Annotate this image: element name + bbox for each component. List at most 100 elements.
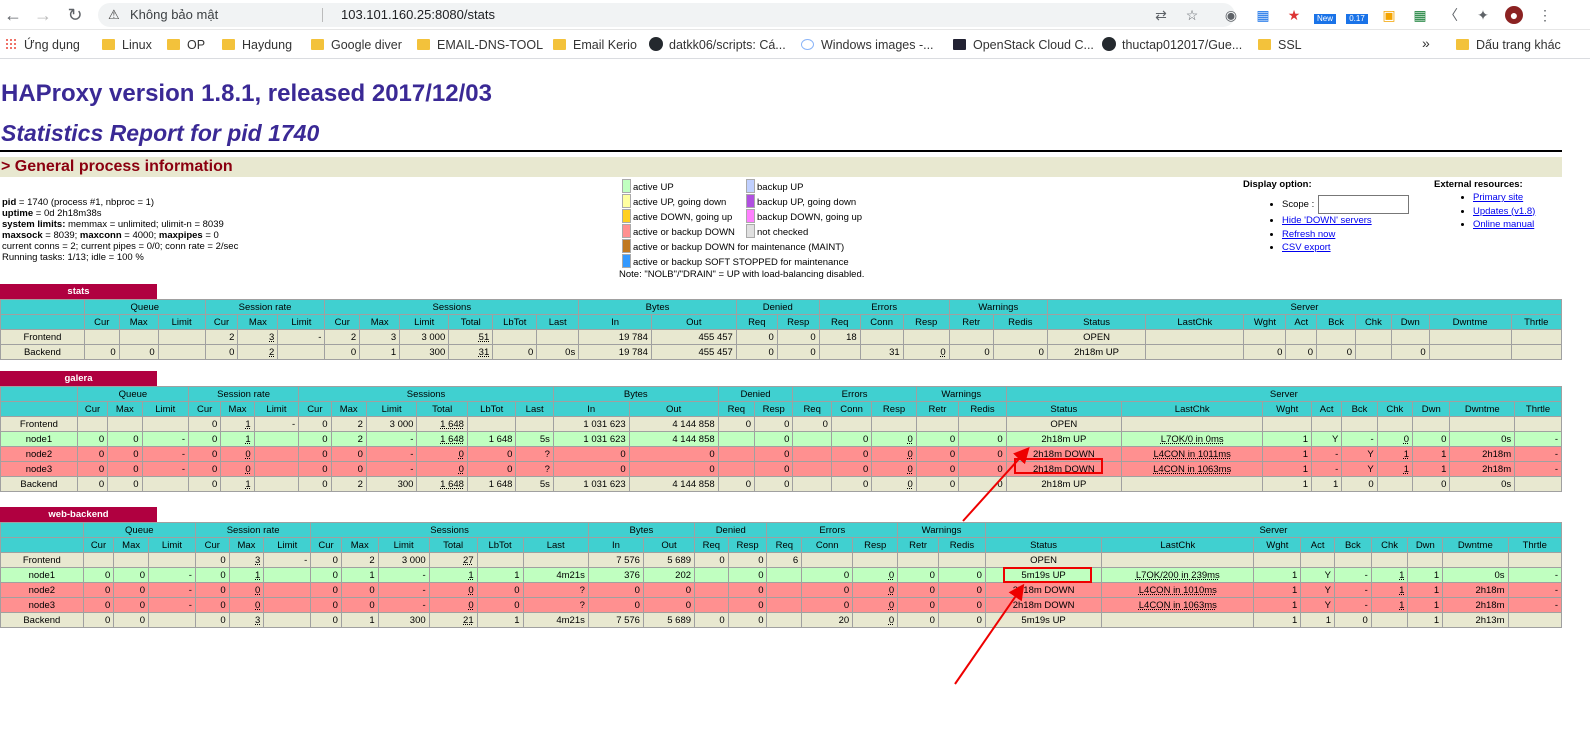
reload-icon[interactable]: ↻	[64, 4, 86, 26]
table-cell[interactable]: 0	[245, 449, 250, 460]
translate-icon[interactable]: ⇄	[1152, 6, 1170, 24]
table-cell[interactable]: 0	[907, 479, 912, 490]
arrow-left-icon[interactable]: ←	[2, 4, 24, 26]
table-cell[interactable]: 1	[245, 419, 250, 430]
camera-icon[interactable]: ◉	[1222, 6, 1240, 24]
table-cell[interactable]: 31	[479, 347, 490, 358]
table-cell[interactable]: 0	[468, 585, 473, 596]
manual-link[interactable]: Online manual	[1473, 219, 1534, 230]
table-cell[interactable]: 3	[255, 555, 260, 566]
table-cell[interactable]: 0	[459, 449, 464, 460]
table-cell[interactable]: L7OK/0 in 0ms	[1161, 434, 1224, 445]
table-cell[interactable]: 1 648	[440, 419, 464, 430]
sheet-ext-icon[interactable]: ▦	[1411, 6, 1429, 24]
table-cell[interactable]: 1	[1399, 600, 1404, 611]
row-label[interactable]: node2	[26, 449, 52, 460]
table-cell[interactable]: 1	[245, 479, 250, 490]
bookmark-item[interactable]: Haydung	[222, 37, 292, 53]
star-icon[interactable]: ☆	[1183, 6, 1201, 24]
table-cell[interactable]: 0	[245, 464, 250, 475]
row-label[interactable]: node1	[26, 434, 52, 445]
new-badge[interactable]: New	[1314, 14, 1336, 24]
proxy-name[interactable]: web-backend	[0, 507, 157, 522]
table-cell[interactable]: 0	[907, 434, 912, 445]
table-cell[interactable]: 0	[889, 600, 894, 611]
primary-site-link[interactable]: Primary site	[1473, 192, 1523, 203]
arrow-right-icon[interactable]: →	[32, 4, 54, 26]
table-cell[interactable]: 51	[479, 332, 490, 343]
proxy-name[interactable]: stats	[0, 284, 157, 299]
bookmark-item[interactable]: datkk06/scripts: Cá...	[649, 37, 786, 53]
version-badge[interactable]: 0.17	[1346, 14, 1368, 24]
row-label[interactable]: Frontend	[23, 332, 61, 343]
table-cell[interactable]: 2	[269, 347, 274, 358]
table-cell[interactable]: 0	[907, 464, 912, 475]
url-text[interactable]: 103.101.160.25:8080/stats	[341, 3, 495, 27]
script-ext-icon[interactable]: 〈	[1442, 6, 1460, 24]
row-label[interactable]: Frontend	[23, 555, 61, 566]
table-cell[interactable]: 1	[1404, 464, 1409, 475]
table-cell[interactable]: 1 648	[440, 434, 464, 445]
refresh-link[interactable]: Refresh now	[1282, 229, 1335, 240]
table-cell[interactable]: L4CON in 1063ms	[1153, 464, 1231, 475]
calendar-icon[interactable]: ▣	[1380, 6, 1398, 24]
proxy-name[interactable]: galera	[0, 371, 157, 386]
bookmark-item[interactable]: OpenStack Cloud C...	[953, 37, 1094, 53]
table-cell[interactable]: 1	[1399, 570, 1404, 581]
bookmarks-more-button[interactable]: »	[1422, 35, 1430, 51]
csv-export-link[interactable]: CSV export	[1282, 242, 1331, 253]
table-cell[interactable]: 1	[245, 434, 250, 445]
translate-ext-icon[interactable]: ▦	[1254, 6, 1272, 24]
row-label[interactable]: Backend	[23, 615, 60, 626]
table-cell[interactable]: 0	[255, 585, 260, 596]
avatar[interactable]: ●	[1505, 6, 1523, 24]
row-label[interactable]: Backend	[24, 347, 61, 358]
puzzle-icon[interactable]: ✦	[1474, 6, 1492, 24]
bookmark-item[interactable]: Email Kerio	[553, 37, 637, 53]
bookmark-item[interactable]: Windows images -...	[801, 37, 934, 53]
bookmark-item[interactable]: EMAIL-DNS-TOOL	[417, 37, 543, 53]
table-cell[interactable]: 0	[940, 347, 945, 358]
table-cell[interactable]: 3	[269, 332, 274, 343]
bookmark-item[interactable]: thuctap012017/Gue...	[1102, 37, 1242, 53]
table-cell[interactable]: 0	[889, 615, 894, 626]
bookmark-item[interactable]: OP	[167, 37, 205, 53]
table-cell[interactable]: 0	[468, 600, 473, 611]
table-cell[interactable]: 27	[463, 555, 474, 566]
table-cell[interactable]: 0	[459, 464, 464, 475]
address-bar[interactable]: ⚠ Không bảo mật 103.101.160.25:8080/stat…	[98, 3, 1235, 27]
table-cell[interactable]: 0	[889, 585, 894, 596]
row-label[interactable]: Backend	[20, 479, 57, 490]
bookmark-apps[interactable]: Ứng dụng	[5, 37, 80, 53]
table-cell[interactable]: 1	[255, 570, 260, 581]
table-cell[interactable]: L4CON in 1063ms	[1139, 600, 1217, 611]
table-cell[interactable]: 0	[889, 570, 894, 581]
hide-down-link[interactable]: Hide 'DOWN' servers	[1282, 215, 1372, 226]
table-cell[interactable]: 1	[1399, 585, 1404, 596]
row-label[interactable]: Frontend	[20, 419, 58, 430]
table-cell[interactable]: L4CON in 1011ms	[1153, 449, 1230, 460]
warning-icon[interactable]: ⚠	[108, 3, 120, 27]
table-cell[interactable]: 1	[1404, 449, 1409, 460]
row-label[interactable]: node3	[26, 464, 52, 475]
table-cell[interactable]: 0	[1404, 434, 1409, 445]
network-ext-icon[interactable]: ★	[1285, 6, 1303, 24]
bookmark-other[interactable]: Dấu trang khác	[1456, 37, 1561, 53]
row-label[interactable]: node1	[29, 570, 55, 581]
table-cell[interactable]: 3	[255, 615, 260, 626]
updates-link[interactable]: Updates (v1.8)	[1473, 206, 1535, 217]
table-cell[interactable]: 1	[468, 570, 473, 581]
table-cell[interactable]: 21	[463, 615, 474, 626]
row-label[interactable]: node2	[29, 585, 55, 596]
bookmark-item[interactable]: Google diver	[311, 37, 402, 53]
table-cell[interactable]: 1 648	[440, 479, 464, 490]
row-label[interactable]: node3	[29, 600, 55, 611]
table-cell[interactable]: 0	[255, 600, 260, 611]
table-cell[interactable]: 0	[907, 449, 912, 460]
bookmark-item[interactable]: SSL	[1258, 37, 1302, 53]
scope-input[interactable]	[1318, 195, 1410, 214]
table-cell[interactable]: L7OK/200 in 239ms	[1136, 570, 1220, 581]
bookmark-item[interactable]: Linux	[102, 37, 152, 53]
security-label[interactable]: Không bảo mật	[130, 3, 218, 27]
menu-icon[interactable]: ⋮	[1536, 6, 1554, 24]
